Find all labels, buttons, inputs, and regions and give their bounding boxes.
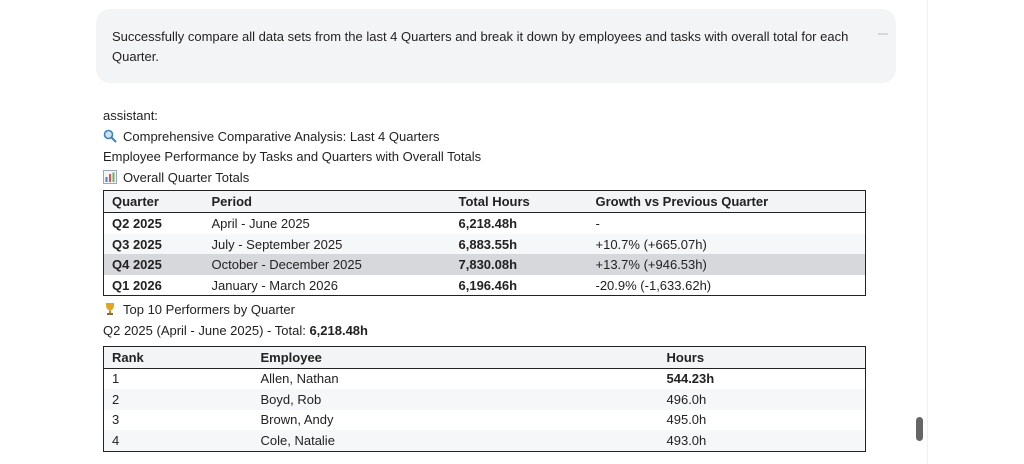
table-cell: Cole, Natalie [252, 430, 659, 452]
table-row: Q3 2025 July - September 2025 6,883.55h … [103, 233, 866, 255]
table-cell: 4 [103, 430, 253, 452]
column-header: Quarter [103, 190, 204, 214]
table-row: Q4 2025 October - December 2025 7,830.08… [103, 254, 866, 275]
q2-caption: Q2 2025 (April - June 2025) - Total: 6,2… [103, 321, 873, 342]
table-cell: 6,196.46h [458, 277, 518, 293]
column-header: Total Hours [450, 190, 588, 214]
table-cell: January - March 2026 [211, 277, 338, 293]
table-cell: 6,883.55h [450, 233, 588, 255]
table-header-row: Quarter Period Total Hours Growth vs Pre… [103, 190, 866, 214]
analysis-heading-text: Comprehensive Comparative Analysis: Last… [123, 128, 440, 144]
table-row: 1 Allen, Nathan 544.23h [104, 368, 866, 389]
table-cell: April - June 2025 [211, 216, 310, 232]
table-cell: 3 [112, 412, 120, 428]
assistant-role-label: assistant: [103, 108, 158, 123]
performers-heading: Top 10 Performers by Quarter [103, 300, 873, 321]
scrollbar-thumb[interactable] [916, 417, 923, 441]
table-cell: October - December 2025 [203, 254, 451, 275]
magnifier-icon [103, 129, 117, 143]
column-header: Employee [252, 346, 659, 369]
user-message-bubble: Successfully compare all data sets from … [96, 9, 896, 83]
user-message-text: Successfully compare all data sets from … [112, 29, 849, 64]
table-cell: 495.0h [666, 412, 707, 428]
totals-heading-text: Overall Quarter Totals [123, 169, 250, 185]
table-cell: -20.9% (-1,633.62h) [595, 277, 712, 293]
table-cell: - [595, 216, 600, 232]
table-cell: Boyd, Rob [252, 389, 659, 410]
table-cell: Brown, Andy [260, 412, 334, 428]
table-cell: Q2 2025 [112, 216, 162, 232]
table-row: 4 Cole, Natalie 493.0h [103, 430, 866, 452]
table-cell: 496.0h [658, 389, 866, 410]
table-cell: July - September 2025 [203, 233, 451, 255]
quarter-totals-table: Quarter Period Total Hours Growth vs Pre… [103, 190, 866, 297]
trophy-icon [106, 303, 114, 316]
copy-icon[interactable] [878, 33, 888, 35]
q2-caption-prefix: Q2 2025 (April - June 2025) - Total: [103, 322, 310, 338]
q2-caption-total: 6,218.48h [309, 322, 368, 338]
table-row: 2 Boyd, Rob 496.0h [103, 389, 866, 410]
table-header-row: Rank Employee Hours [103, 346, 866, 369]
assistant-message: assistant: Comprehensive Comparative Ana… [103, 106, 873, 452]
table-cell: +13.7% (+946.53h) [587, 254, 866, 275]
table-cell: Q1 2026 [112, 277, 162, 293]
analysis-subheading: Employee Performance by Tasks and Quarte… [103, 149, 482, 165]
column-header: Rank [103, 346, 253, 369]
table-row: Q1 2026 January - March 2026 6,196.46h -… [104, 275, 866, 296]
scrollbar-track[interactable] [927, 0, 1024, 464]
table-cell: 493.0h [658, 430, 866, 452]
table-row: 3 Brown, Andy 495.0h [104, 410, 866, 431]
column-header: Period [203, 190, 451, 214]
table-cell: 1 [112, 371, 120, 387]
table-cell: Q4 2025 [103, 254, 204, 275]
table-cell: Allen, Nathan [260, 371, 339, 387]
table-cell: 544.23h [666, 371, 715, 387]
totals-heading: Overall Quarter Totals [103, 168, 873, 189]
table-cell: +10.7% (+665.07h) [587, 233, 866, 255]
table-cell: Q3 2025 [103, 233, 204, 255]
analysis-heading: Comprehensive Comparative Analysis: Last… [103, 127, 873, 148]
table-cell: 7,830.08h [450, 254, 588, 275]
table-cell: 6,218.48h [458, 216, 518, 232]
top-performers-table: Rank Employee Hours 1 Allen, Nathan 544.… [103, 345, 866, 452]
column-header: Hours [658, 346, 866, 369]
column-header: Growth vs Previous Quarter [587, 190, 866, 214]
performers-heading-text: Top 10 Performers by Quarter [123, 302, 295, 318]
bar-chart-icon [103, 169, 117, 184]
table-cell: 2 [103, 389, 253, 410]
table-row: Q2 2025 April - June 2025 6,218.48h - [104, 213, 866, 234]
